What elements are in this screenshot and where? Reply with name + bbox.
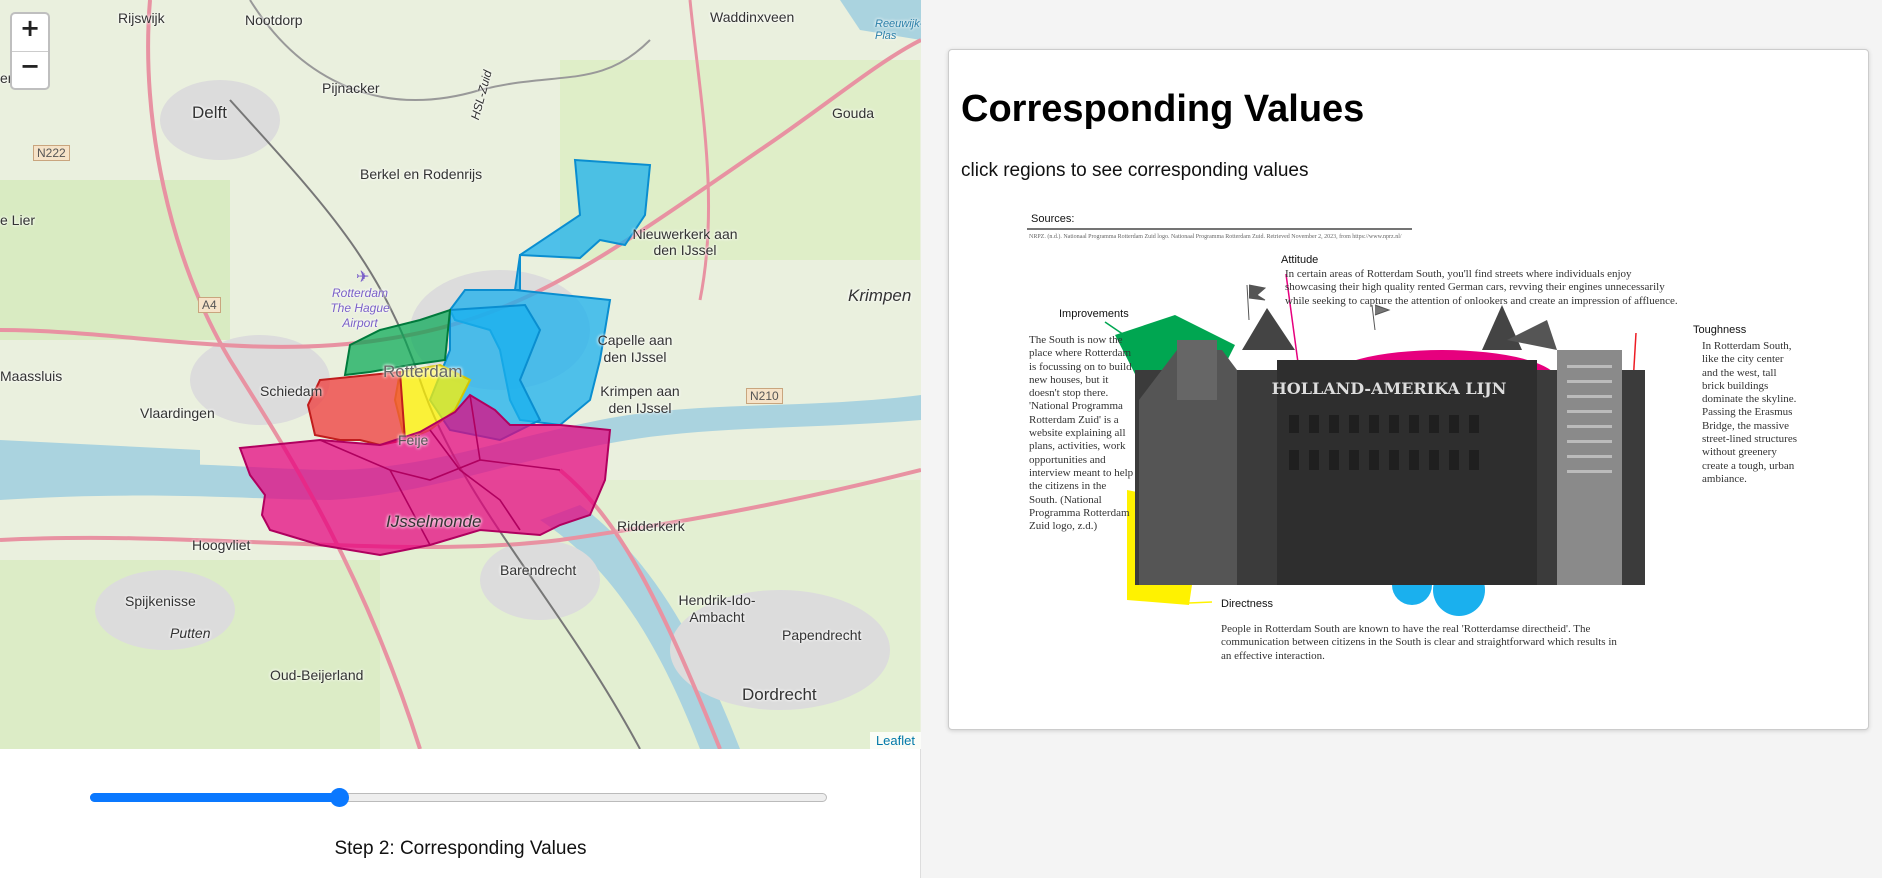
panel-subtitle: click regions to see corresponding value… (961, 160, 1309, 181)
place-label: Waddinxveen (710, 9, 795, 25)
info-panel: Corresponding Values click regions to se… (948, 49, 1869, 730)
place-label: Rotterdam The Hague Airport (330, 286, 390, 330)
slider-fill (90, 793, 340, 802)
toughness-text: In Rotterdam South, like the city center… (1702, 340, 1797, 485)
place-label: Spijkenisse (125, 593, 196, 609)
place-label: Krimpen (848, 286, 912, 305)
place-label: Hendrik-Ido-Ambacht (678, 592, 756, 625)
place-label: Dordrecht (742, 685, 817, 704)
building-sign: HOLLAND-AMERIKA LIJN (1272, 379, 1507, 398)
place-label: Rijswijk (118, 10, 165, 26)
zoom-in-button[interactable]: + (12, 14, 48, 51)
place-label: Nieuwerkerk aan den IJssel (632, 226, 738, 258)
place-label: Oud-Beijerland (270, 667, 364, 683)
place-label: Vlaardingen (140, 405, 215, 421)
map-pane: ✈ + − Rijswijk Nootdorp Waddinxveen Reeu… (0, 0, 921, 878)
zoom-out-button[interactable]: − (12, 51, 48, 88)
step-label: Step 2: Corresponding Values (334, 838, 587, 859)
place-label: Capelle aan den IJssel (597, 332, 673, 365)
svg-text:✈: ✈ (356, 267, 369, 286)
place-label: Reeuwijk-Plas (875, 18, 921, 42)
place-label: e Lier (0, 212, 36, 228)
slider-thumb[interactable] (330, 788, 349, 807)
road-shield: A4 (198, 297, 221, 313)
place-label: Berkel en Rodenrijs (360, 166, 483, 182)
place-label: Hoogvliet (192, 537, 251, 553)
place-label: Barendrecht (500, 562, 577, 578)
directness-title[interactable]: Directness (1221, 598, 1273, 610)
place-label: Rotterdam (383, 362, 463, 381)
toughness-title[interactable]: Toughness (1693, 324, 1746, 336)
place-label: Putten (170, 625, 211, 641)
leaflet-attribution-link[interactable]: Leaflet (869, 732, 921, 749)
place-label: Maassluis (0, 368, 63, 384)
zoom-control: + − (10, 12, 50, 90)
attitude-title[interactable]: Attitude (1281, 254, 1318, 266)
place-label: IJsselmonde (386, 512, 482, 531)
place-label: Nootdorp (245, 12, 303, 28)
map[interactable]: ✈ + − Rijswijk Nootdorp Waddinxveen Reeu… (0, 0, 921, 749)
panel-title: Corresponding Values (961, 88, 1365, 130)
place-label: Feije (398, 432, 429, 448)
road-shield: N210 (746, 388, 783, 404)
values-poster[interactable]: HOLLAND-AMERIKA LIJN Sources: NRPZ. (n.d… (1027, 200, 1797, 725)
place-label: Schiedam (260, 383, 323, 399)
improvements-title[interactable]: Improvements (1059, 308, 1129, 320)
place-label: Papendrecht (782, 627, 862, 643)
place-label: Krimpen aan den IJssel (600, 383, 680, 416)
road-shield: N222 (33, 145, 70, 161)
source-reference: NRPZ. (n.d.). Nationaal Programma Rotter… (1029, 234, 1402, 240)
directness-text: People in Rotterdam South are known to h… (1221, 623, 1617, 662)
place-label: Gouda (832, 105, 875, 121)
place-label: Delft (192, 103, 227, 122)
step-slider[interactable] (90, 788, 827, 807)
place-label: Ridderkerk (617, 518, 685, 534)
improvements-text: The South is now the place where Rotterd… (1029, 334, 1134, 533)
place-label: Pijnacker (322, 80, 380, 96)
attitude-text: In certain areas of Rotterdam South, you… (1285, 268, 1678, 307)
sources-label: Sources: (1031, 213, 1075, 225)
